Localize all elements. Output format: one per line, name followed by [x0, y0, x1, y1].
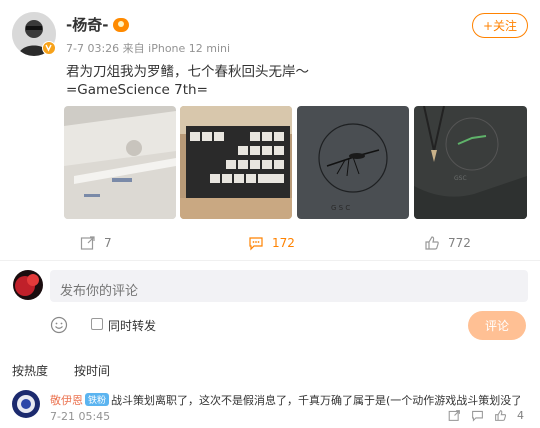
like-count: 772	[448, 236, 471, 250]
submit-comment-button[interactable]: 评论	[468, 311, 526, 340]
user-level-icon	[113, 17, 130, 32]
comment-date: 7-21 05:45	[50, 410, 111, 423]
comment-actions: 4	[448, 409, 524, 422]
emoji-icon[interactable]	[50, 316, 68, 334]
post-image-2[interactable]	[180, 106, 292, 219]
repost-count: 7	[104, 236, 112, 250]
commenter-avatar[interactable]	[12, 390, 40, 418]
fan-badge: 铁粉	[85, 393, 110, 406]
comment-count: 172	[272, 236, 295, 250]
comment-body: 敬伊恩 铁粉 战斗策划离职了，这次不是假消息了，千真万确了属于是(一个动作游戏战斗策…	[50, 392, 520, 408]
svg-text:G S C: G S C	[331, 204, 350, 212]
post-text-line-2: =GameScience 7th=	[66, 82, 208, 98]
comment-icon[interactable]	[471, 409, 484, 422]
comment-like-count: 4	[517, 409, 524, 422]
divider	[0, 260, 540, 261]
svg-text:GSC: GSC	[454, 175, 467, 182]
tab-sort-hot[interactable]: 按热度	[12, 362, 48, 379]
like-icon	[425, 236, 439, 250]
post-image-1[interactable]	[64, 106, 176, 219]
commenter-name[interactable]: 敬伊恩	[50, 394, 83, 407]
comment-input[interactable]	[50, 270, 528, 302]
tab-sort-time[interactable]: 按时间	[74, 362, 110, 379]
repost-icon	[80, 236, 95, 250]
follow-button[interactable]: +关注	[472, 13, 528, 38]
my-avatar[interactable]	[13, 270, 43, 300]
post-meta: 7-7 03:26 来自 iPhone 12 mini	[66, 42, 231, 55]
repost-icon[interactable]	[448, 409, 461, 422]
verified-badge-icon	[42, 41, 56, 55]
post-image-4[interactable]: GSC	[414, 106, 527, 219]
repost-checkbox[interactable]	[91, 318, 103, 330]
repost-action[interactable]: 7	[80, 234, 112, 252]
author-name[interactable]: -杨奇-	[66, 14, 130, 35]
like-action[interactable]: 772	[424, 234, 471, 252]
comment-action[interactable]: 172	[248, 234, 295, 252]
repost-checkbox-label[interactable]: 同时转发	[108, 317, 156, 334]
post-text-line-1: 君为刀俎我为罗鳍，七个春秋回头无岸～	[66, 64, 309, 80]
post-image-3[interactable]: G S C	[297, 106, 409, 219]
comment-text: 战斗策划离职了，这次不是假消息了，千真万确了属于是(一个动作游戏战斗策划没了	[111, 394, 520, 407]
like-icon[interactable]	[494, 409, 507, 422]
comment-icon	[249, 237, 263, 251]
